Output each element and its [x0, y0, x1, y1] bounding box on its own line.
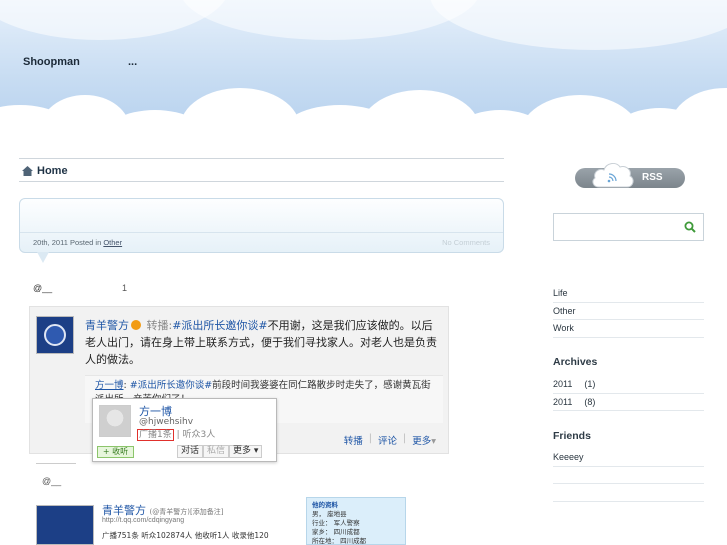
archive-item[interactable]: 2011 (1) [553, 376, 704, 394]
hashtag-link[interactable]: #派出所长邀你谈# [172, 319, 267, 332]
archive-item[interactable]: 2011 (8) [553, 394, 704, 411]
categories-list: Life Other Work [553, 285, 704, 338]
profile-info-box: 他的资料 男， 座地县 行业： 军人警察 家乡： 四川成都 所在地： 四川成都 [306, 497, 406, 545]
post-line-2: @__ [42, 476, 61, 486]
verified-badge-icon [131, 320, 141, 330]
post-category-link[interactable]: Other [103, 238, 122, 247]
user-avatar[interactable] [99, 405, 131, 437]
mention-link[interactable]: @__ [33, 283, 52, 293]
popup-buttons: 对话 私信 更多 ▾ [177, 445, 263, 458]
action-repost[interactable]: 转播 [344, 433, 363, 447]
post-meta: 20th, 2011 Posted in Other No Comments [20, 232, 503, 252]
breadcrumb-home-label: Home [37, 165, 68, 177]
archive-count: (8) [584, 396, 596, 407]
action-more[interactable]: 更多▾ [412, 433, 436, 447]
post-comments-link[interactable]: No Comments [442, 238, 490, 247]
listener-count: | 听众3人 [176, 430, 216, 440]
weibo-actions: 转播 | 评论 | 更多▾ [344, 433, 436, 447]
friend-item[interactable] [553, 484, 704, 502]
site-description: ... [128, 56, 138, 68]
profile-stats: 广播751条 听众102874人 他收听1人 收录他120 [102, 531, 269, 540]
friends-heading: Friends [553, 430, 591, 442]
friend-item[interactable]: Keeeey [553, 449, 704, 467]
info-heading: 他的资料 [312, 501, 338, 509]
retweet-label: 转播: [146, 319, 173, 332]
action-comment[interactable]: 评论 [378, 433, 397, 447]
archive-label: 2011 [553, 396, 573, 407]
divider [36, 463, 76, 464]
breadcrumb: Home [19, 158, 504, 182]
profile-name-row: 青羊警方 (@青羊警方)[添加备注] [102, 502, 223, 518]
profile-card: 青羊警方 (@青羊警方)[添加备注] http://t.qq.com/cdqin… [36, 497, 306, 545]
rss-cloud-icon [592, 162, 634, 188]
mention-link-2[interactable]: @__ [42, 476, 61, 486]
action-more-label: 更多 [412, 436, 432, 447]
action-separator: | [403, 433, 407, 444]
site-title[interactable]: Shoopman [23, 56, 80, 68]
category-item[interactable]: Life [553, 285, 704, 303]
author-name[interactable]: 青羊警方 [85, 319, 129, 332]
profile-url[interactable]: http://t.qq.com/cdqingyang [102, 517, 184, 524]
rss-label: RSS [642, 172, 663, 183]
post-header: 20th, 2011 Posted in Other No Comments [19, 198, 504, 253]
police-seal-icon [44, 324, 66, 346]
friends-list: Keeeey [553, 449, 704, 502]
archives-heading: Archives [553, 356, 598, 368]
archive-count: (1) [584, 379, 596, 389]
quote-author[interactable]: 方一博 [95, 380, 124, 391]
action-separator: | [368, 433, 372, 444]
search-input[interactable] [556, 216, 676, 238]
author-avatar[interactable] [36, 316, 74, 354]
post-date: 20th, 2011 Posted in [33, 238, 102, 247]
weibo-text: 青羊警方 转播:#派出所长邀你谈#不用谢，这是我们应该做的。以后老人出门，请在身… [85, 317, 441, 368]
category-item[interactable]: Work [553, 320, 704, 338]
message-button[interactable]: 私信 [203, 445, 230, 458]
dialogue-button[interactable]: 对话 [177, 445, 204, 458]
quote-separator: : [123, 380, 127, 391]
quote-hashtag[interactable]: #派出所长邀你谈# [130, 380, 212, 391]
home-icon [22, 166, 33, 176]
info-line: 家乡： 四川成都 [312, 528, 360, 536]
search-box [553, 213, 704, 241]
chevron-down-icon: ▾ [431, 436, 436, 447]
profile-name[interactable]: 青羊警方 [102, 504, 146, 517]
broadcast-count[interactable]: 广播1条 [137, 429, 174, 441]
header-banner: Shoopman ... [0, 0, 727, 145]
popup-stats: 广播1条 | 听众3人 [137, 427, 216, 441]
follow-button[interactable]: + 收听 [97, 446, 134, 458]
popup-more-button[interactable]: 更多 ▾ [229, 445, 263, 458]
post-line-1: @__ 1 [33, 283, 127, 293]
post-header-pointer [37, 252, 49, 263]
friend-item[interactable] [553, 467, 704, 484]
info-line: 所在地： 四川成都 [312, 537, 367, 545]
archive-label: 2011 [553, 379, 573, 389]
archives-list: 2011 (1) 2011 (8) [553, 376, 704, 411]
info-line: 男， 座地县 [312, 510, 347, 518]
breadcrumb-home[interactable]: Home [22, 165, 68, 177]
mention-count: 1 [122, 283, 128, 293]
profile-avatar[interactable] [36, 505, 94, 545]
popup-user-handle: @hjwehsihv [139, 417, 194, 427]
user-popup-card: 方一博 @hjwehsihv 广播1条 | 听众3人 + 收听 对话 私信 更多… [92, 398, 277, 462]
info-line: 行业： 军人警察 [312, 519, 360, 527]
search-icon[interactable] [684, 221, 696, 233]
category-item[interactable]: Other [553, 303, 704, 320]
profile-name-note[interactable]: (@青羊警方)[添加备注] [150, 508, 224, 516]
